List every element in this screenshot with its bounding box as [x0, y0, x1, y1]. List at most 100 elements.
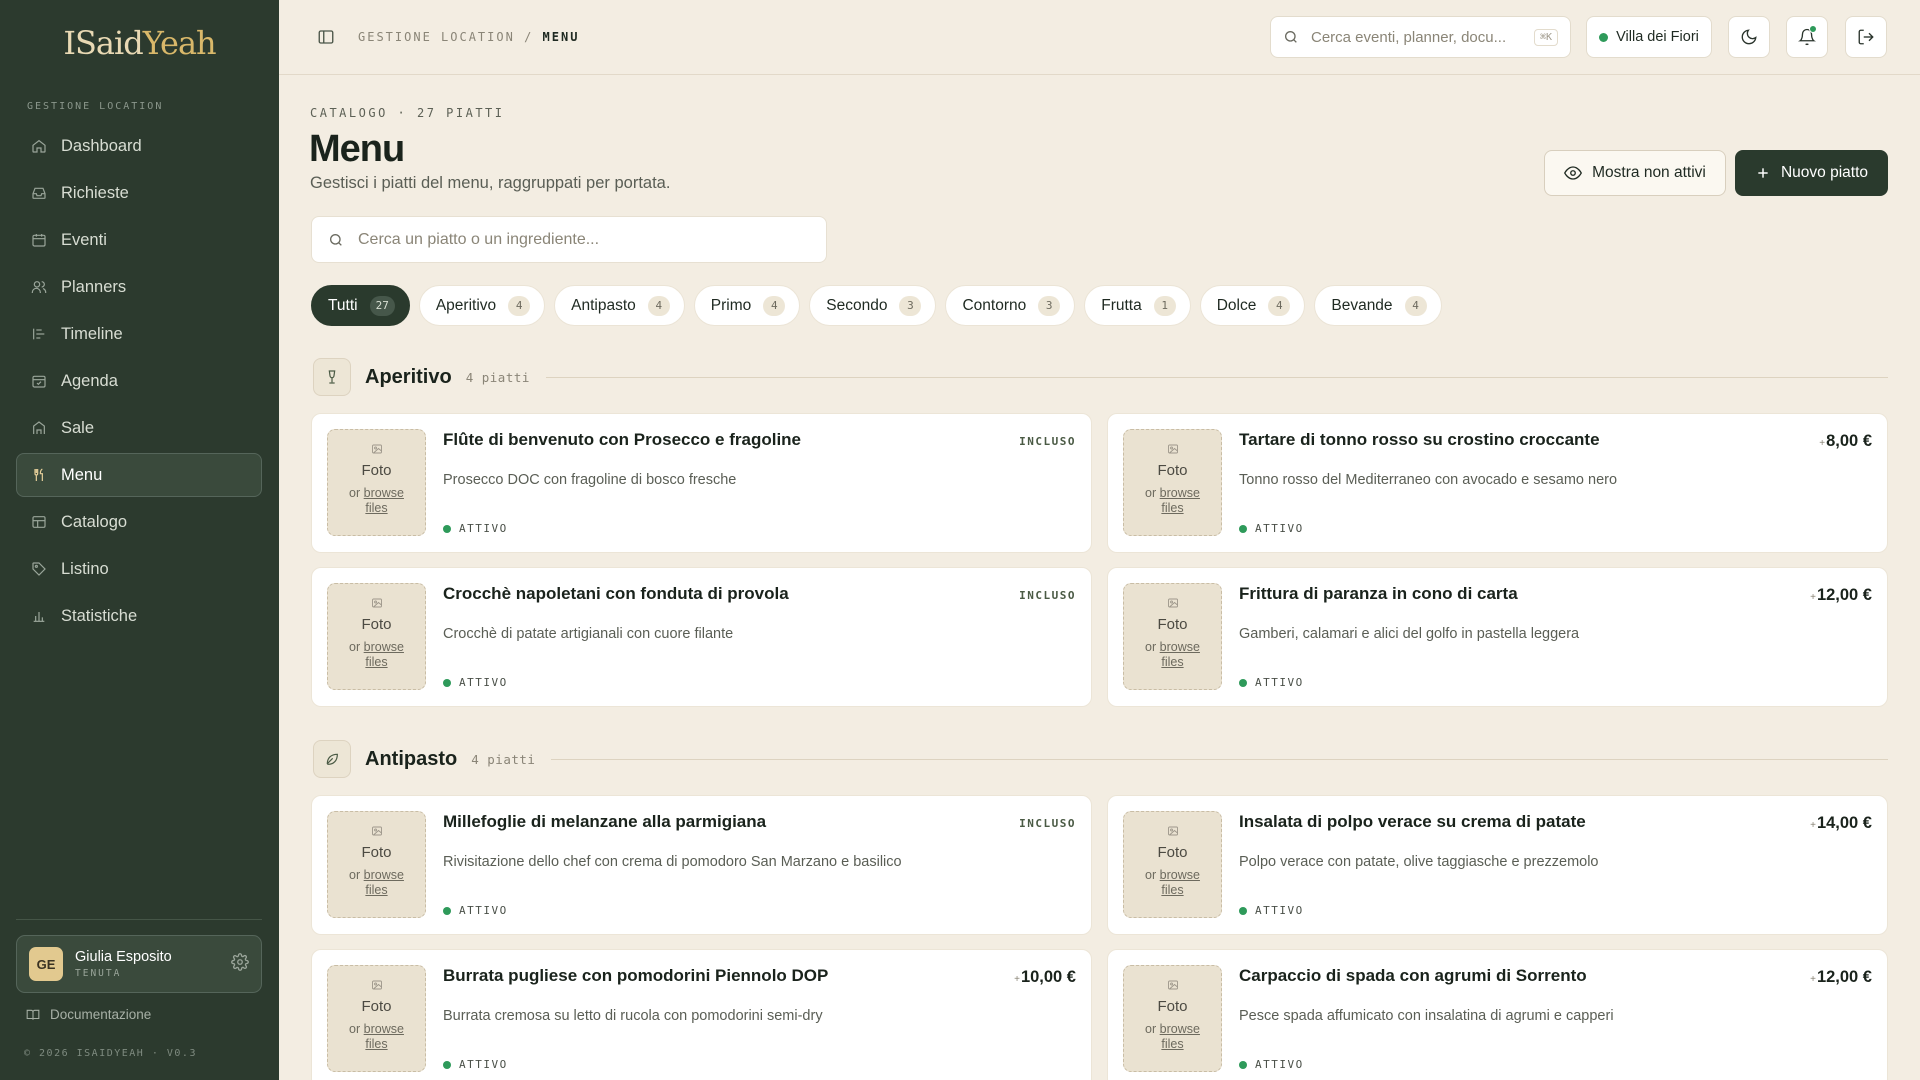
sidebar-item-dashboard[interactable]: Dashboard	[16, 124, 262, 168]
filter-chip-bevande[interactable]: Bevande 4	[1314, 285, 1442, 326]
dish-search[interactable]	[311, 216, 827, 263]
user-meta: Giulia Esposito TENUTA	[75, 949, 231, 979]
category-filters: Tutti 27 Aperitivo 4 Antipasto 4 Primo 4 Secondo…	[311, 285, 1451, 326]
photo-upload-dropzone[interactable]: Foto or browse files	[1123, 583, 1222, 690]
browse-files-link[interactable]: browse	[364, 640, 404, 654]
sidebar-item-listino[interactable]: Listino	[16, 547, 262, 591]
show-inactive-button[interactable]: Mostra non attivi	[1544, 150, 1726, 196]
photo-or: or	[349, 868, 361, 882]
browse-files-link[interactable]: browse	[364, 868, 404, 882]
breadcrumb: GESTIONE LOCATION / MENU	[358, 30, 579, 44]
sidebar-item-sale[interactable]: Sale	[16, 406, 262, 450]
dish-card[interactable]: Foto or browse files Flûte di benvenuto con…	[311, 413, 1092, 553]
theme-toggle-button[interactable]	[1728, 16, 1770, 58]
sidebar-toggle-icon[interactable]	[317, 28, 335, 51]
sidebar-item-timeline[interactable]: Timeline	[16, 312, 262, 356]
dish-price-value: 8,00 €	[1826, 432, 1872, 450]
browse-files-link[interactable]: browse	[364, 486, 404, 500]
sidebar-item-menu[interactable]: Menu	[16, 453, 262, 497]
status-dot	[1239, 524, 1247, 533]
utensils-icon	[34, 468, 43, 481]
photo-upload-dropzone[interactable]: Foto or browse files	[327, 965, 426, 1072]
browse-files-link-2[interactable]: files	[1161, 655, 1183, 669]
global-search-input[interactable]	[1311, 28, 1511, 46]
dish-description: Pesce spada affumicato con insalatina di…	[1239, 1008, 1614, 1024]
photo-browse: or browse files	[1124, 868, 1221, 898]
sidebar-item-eventi[interactable]: Eventi	[16, 218, 262, 262]
sidebar-item-planners[interactable]: Planners	[16, 265, 262, 309]
photo-or: or	[349, 486, 361, 500]
browse-files-link-2[interactable]: files	[365, 501, 387, 515]
breadcrumb-parent[interactable]: GESTIONE LOCATION	[358, 30, 515, 44]
photo-upload-dropzone[interactable]: Foto or browse files	[327, 811, 426, 918]
dish-status-label: ATTIVO	[459, 1058, 508, 1071]
glass-icon	[313, 358, 351, 396]
filter-chip-contorno[interactable]: Contorno 3	[945, 285, 1076, 326]
filter-chip-frutta[interactable]: Frutta 1	[1084, 285, 1191, 326]
browse-files-link[interactable]: browse	[1160, 868, 1200, 882]
photo-label: Foto	[1157, 998, 1188, 1015]
image-icon	[1167, 598, 1178, 608]
inbox-icon	[32, 187, 46, 199]
app-logo[interactable]: ISaidYeah	[0, 24, 279, 62]
browse-files-link-2[interactable]: files	[1161, 501, 1183, 515]
browse-files-link-2[interactable]: files	[1161, 1037, 1183, 1051]
photo-upload-dropzone[interactable]: Foto or browse files	[1123, 965, 1222, 1072]
photo-upload-dropzone[interactable]: Foto or browse files	[327, 429, 426, 536]
dish-search-input[interactable]	[358, 230, 798, 249]
browse-files-link-2[interactable]: files	[365, 883, 387, 897]
sidebar-item-agenda[interactable]: Agenda	[16, 359, 262, 403]
sidebar-item-catalogo[interactable]: Catalogo	[16, 500, 262, 544]
browse-files-link-2[interactable]: files	[365, 1037, 387, 1051]
inbox-icon	[31, 185, 47, 201]
sidebar-item-richieste[interactable]: Richieste	[16, 171, 262, 215]
browse-files-link[interactable]: browse	[1160, 486, 1200, 500]
gear-icon[interactable]	[231, 952, 249, 976]
dish-card[interactable]: Foto or browse files Frittura di paranza in…	[1107, 567, 1888, 707]
browse-files-link-2[interactable]: files	[1161, 883, 1183, 897]
user-card[interactable]: GE Giulia Esposito TENUTA	[16, 935, 262, 993]
price-plus: +	[1810, 592, 1816, 603]
dish-card[interactable]: Foto or browse files Carpaccio di spada con…	[1107, 949, 1888, 1080]
dish-card[interactable]: Foto or browse files Crocchè napoletani con…	[311, 567, 1092, 707]
photo-browse: or browse files	[1124, 1022, 1221, 1052]
chip-count: 3	[1038, 295, 1061, 316]
dish-price: +10,00 €	[1014, 968, 1076, 987]
photo-upload-dropzone[interactable]: Foto or browse files	[1123, 811, 1222, 918]
user-name: Giulia Esposito	[75, 949, 172, 965]
dish-card[interactable]: Foto or browse files Millefoglie di melanza…	[311, 795, 1092, 935]
docs-link[interactable]: Documentazione	[26, 1007, 151, 1022]
filter-chip-aperitivo[interactable]: Aperitivo 4	[418, 285, 546, 326]
logout-button[interactable]	[1845, 16, 1887, 58]
dish-card[interactable]: Foto or browse files Insalata di polpo vera…	[1107, 795, 1888, 935]
filter-chip-dolce[interactable]: Dolce 4	[1199, 285, 1306, 326]
browse-files-link-2[interactable]: files	[365, 655, 387, 669]
photo-browse: or browse files	[1124, 640, 1221, 670]
browse-files-link[interactable]: browse	[1160, 640, 1200, 654]
dish-status-label: ATTIVO	[1255, 676, 1304, 689]
new-dish-button[interactable]: Nuovo piatto	[1735, 150, 1888, 196]
filter-chip-antipasto[interactable]: Antipasto 4	[554, 285, 685, 326]
photo-or: or	[1145, 640, 1157, 654]
filter-chip-secondo[interactable]: Secondo 3	[809, 285, 937, 326]
global-search[interactable]: ⌘K	[1270, 16, 1571, 58]
filter-chip-tutti[interactable]: Tutti 27	[311, 285, 410, 326]
dish-card[interactable]: Foto or browse files Tartare di tonno rosso…	[1107, 413, 1888, 553]
chip-label: Bevande	[1331, 296, 1393, 314]
browse-files-link[interactable]: browse	[1160, 1022, 1200, 1036]
image-icon	[371, 444, 382, 454]
logout-icon	[1858, 29, 1874, 45]
photo-upload-dropzone[interactable]: Foto or browse files	[327, 583, 426, 690]
notifications-button[interactable]	[1786, 16, 1828, 58]
venue-selector[interactable]: Villa dei Fiori	[1586, 16, 1712, 58]
image-icon	[371, 980, 382, 990]
filter-chip-primo[interactable]: Primo 4	[693, 285, 801, 326]
dish-status-label: ATTIVO	[459, 904, 508, 917]
dish-description: Rivisitazione dello chef con crema di po…	[443, 854, 902, 870]
photo-upload-dropzone[interactable]: Foto or browse files	[1123, 429, 1222, 536]
dish-card[interactable]: Foto or browse files Burrata pugliese con p…	[311, 949, 1092, 1080]
sidebar-item-statistiche[interactable]: Statistiche	[16, 594, 262, 638]
photo-or: or	[1145, 1022, 1157, 1036]
browse-files-link[interactable]: browse	[364, 1022, 404, 1036]
chip-count: 4	[1404, 295, 1427, 316]
